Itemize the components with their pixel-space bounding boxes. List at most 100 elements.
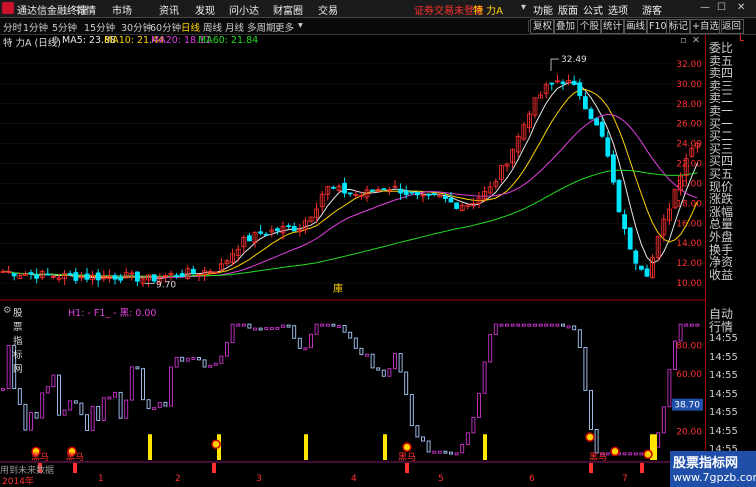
indicator-bar <box>68 400 73 411</box>
signal-dot <box>643 449 653 460</box>
period-daily[interactable]: 日线 <box>181 20 200 34</box>
draw-button[interactable]: 画线 <box>623 19 649 34</box>
period-5min[interactable]: 5分钟 <box>52 20 77 34</box>
indicator-bar <box>454 452 459 456</box>
indicator-bar <box>297 337 302 349</box>
indicator-bar <box>247 323 252 329</box>
candle-body <box>95 272 101 281</box>
period-toolbar: 分时 1分钟 5分钟 15分钟 30分钟 60分钟 日线 周线 月线 多周期 更… <box>0 18 756 35</box>
price-tick-label: 30.00 <box>676 80 702 90</box>
candle-body <box>431 193 437 196</box>
side-time-label: 14:55 <box>709 333 738 344</box>
indicator-bar <box>152 407 157 411</box>
period-monthly[interactable]: 月线 <box>225 20 244 34</box>
signal-spike <box>483 434 487 460</box>
period-weekly[interactable]: 周线 <box>203 20 222 34</box>
period-multi[interactable]: 多周期 <box>247 20 276 34</box>
price-tick-label: 14.00 <box>676 239 702 249</box>
adjust-button[interactable]: 复权 <box>530 19 556 34</box>
period-30min[interactable]: 30分钟 <box>121 20 152 34</box>
indicator-bar <box>320 323 325 327</box>
indicator-bar <box>667 369 672 408</box>
indicator-bar <box>29 412 33 431</box>
menu-quotes[interactable]: 行情 <box>76 2 96 17</box>
candle-body <box>583 96 588 110</box>
period-1min[interactable]: 1分钟 <box>23 20 48 34</box>
indicator-bar <box>393 353 397 370</box>
current-stock: 特 力A <box>473 6 504 17</box>
more-chevron-icon[interactable]: ▾ <box>298 20 303 31</box>
indicator-bar <box>219 355 224 364</box>
indicator-bar <box>90 406 95 431</box>
indicator-bar <box>79 402 84 416</box>
indicator-bar <box>1 388 5 391</box>
guest-user[interactable]: 游客 <box>642 2 662 17</box>
candle-body <box>588 108 594 120</box>
indicator-bar <box>107 396 112 400</box>
period-60min[interactable]: 60分钟 <box>150 20 181 34</box>
stock-button[interactable]: 个股 <box>577 19 603 34</box>
menu-market[interactable]: 市场 <box>112 2 132 17</box>
stats-button[interactable]: 统计 <box>600 19 626 34</box>
indicator-bar <box>85 414 89 431</box>
indicator-bar <box>566 325 571 329</box>
back-button[interactable]: 返回 <box>719 19 745 34</box>
minimize-icon[interactable]: — <box>700 2 710 13</box>
candle-body <box>330 186 336 189</box>
chart-area[interactable]: 32.0030.0028.0026.0024.0022.0020.0018.00… <box>0 35 705 475</box>
period-15min[interactable]: 15分钟 <box>84 20 115 34</box>
menu-layout[interactable]: 版面 <box>558 2 578 17</box>
indicator-bar <box>342 325 347 333</box>
period-more[interactable]: 更多 <box>275 20 294 34</box>
indicator-bar <box>572 325 577 331</box>
candle-body <box>560 81 566 85</box>
menu-discover[interactable]: 发现 <box>195 2 215 17</box>
indicator-bar <box>465 432 470 445</box>
indicator-bar <box>639 452 644 456</box>
signal-spike <box>653 434 657 460</box>
watermark-title: 股票指标网 <box>673 456 739 471</box>
signal-dot <box>402 442 412 452</box>
app-logo-icon <box>2 2 14 14</box>
candle-body <box>616 179 622 213</box>
candle-body <box>454 202 460 209</box>
maximize-icon[interactable]: ☐ <box>717 2 726 13</box>
candle-body <box>599 121 605 137</box>
side-time-label: 14:55 <box>709 351 738 363</box>
menu-assistant[interactable]: 问小达 <box>229 2 259 17</box>
menu-news[interactable]: 资讯 <box>159 2 179 17</box>
date-label: 2 <box>175 474 181 484</box>
candle-body <box>381 188 387 191</box>
candle-body <box>112 275 118 280</box>
menu-trade[interactable]: 交易 <box>318 2 338 17</box>
high-price-label: 32.49 <box>561 55 587 65</box>
indicator-bar <box>516 323 521 327</box>
indicator-bar <box>437 450 442 454</box>
signal-label: 黑马 <box>31 452 49 463</box>
close-icon[interactable]: ✕ <box>737 2 745 13</box>
indicator-bar <box>157 401 162 409</box>
low-price-label: 9.70 <box>156 281 176 291</box>
period-timeshare[interactable]: 分时 <box>3 20 22 34</box>
overlay-button[interactable]: 叠加 <box>553 19 579 34</box>
indicator-bar <box>51 374 56 388</box>
mark-button[interactable]: 标记 <box>666 19 692 34</box>
add-watchlist-button[interactable]: +自选 <box>689 19 722 34</box>
menu-function[interactable]: 功能 <box>533 2 553 17</box>
chart-marker: 庫 <box>333 282 343 295</box>
candle-body <box>633 250 639 264</box>
indicator-bar <box>387 368 392 377</box>
candle-body <box>118 277 123 281</box>
signal-label: 黑马 <box>66 452 84 463</box>
menu-options[interactable]: 选项 <box>608 2 628 17</box>
settings-icon[interactable]: ⚙ <box>3 305 12 316</box>
date-label: 3 <box>256 474 262 484</box>
signal-spike <box>383 434 387 460</box>
menu-bar: 通达信金融终端 行情 市场 资讯 发现 问小达 财富圈 交易 证券交易未登录 特… <box>0 0 756 18</box>
current-value-label: 38.70 <box>674 401 700 411</box>
menu-wealth[interactable]: 财富圈 <box>273 2 303 17</box>
dropdown-icon[interactable]: ▾ <box>521 2 526 13</box>
watermark-badge: 股票指标网 www.7gpzb.com <box>670 451 756 487</box>
signal-dot <box>211 439 221 450</box>
menu-formula[interactable]: 公式 <box>583 2 603 17</box>
